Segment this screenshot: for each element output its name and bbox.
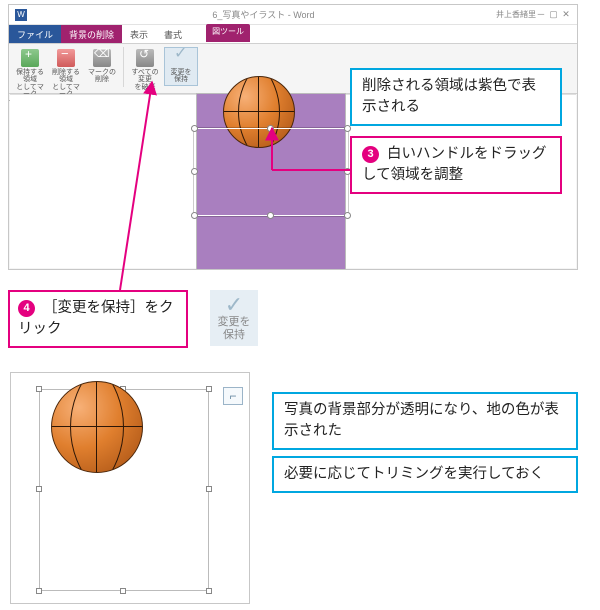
handle-top-center[interactable] [267, 125, 274, 132]
keep-changes-button[interactable]: 変更を 保持 [164, 47, 198, 86]
adjustment-rectangle[interactable] [194, 128, 348, 216]
tab-file[interactable]: ファイル [9, 25, 61, 43]
word-icon: W [15, 9, 27, 21]
handle-bottom-center[interactable] [267, 212, 274, 219]
check-icon: ✓ [225, 294, 243, 316]
tool-tab-picture[interactable]: 図ツール [206, 24, 250, 42]
discard-changes-button[interactable]: すべての変更 を破棄 [128, 47, 162, 91]
window-buttons[interactable]: ─ ▢ ✕ [536, 9, 571, 20]
image-with-removal-preview[interactable] [196, 93, 346, 270]
delete-mark-label: マークの 削除 [88, 69, 116, 84]
callout-trimming: 必要に応じてトリミングを実行しておく [272, 456, 578, 493]
callout-drag-handles-text: 白いハンドルをドラッグして領域を調整 [362, 146, 547, 183]
handle-bottom-center[interactable] [120, 588, 126, 594]
callout-step-4: 4 ［変更を保持］をクリック [8, 290, 188, 348]
step-3-badge: 3 [362, 146, 379, 163]
ribbon-tabs: ファイル 背景の削除 表示 書式 図ツール [9, 25, 577, 44]
handle-left-center[interactable] [36, 486, 42, 492]
keep-label-line2: 保持 [223, 329, 245, 342]
minus-icon [57, 49, 75, 67]
discard-label: すべての変更 を破棄 [128, 69, 162, 91]
handle-bottom-right[interactable] [344, 212, 351, 219]
handle-top-right[interactable] [344, 125, 351, 132]
keep-label: 変更を 保持 [171, 69, 192, 84]
handle-bottom-left[interactable] [191, 212, 198, 219]
handle-top-right[interactable] [206, 386, 212, 392]
document-title: 6_写真やイラスト - Word [31, 8, 496, 21]
handle-top-left[interactable] [36, 386, 42, 392]
maximize-icon[interactable]: ▢ [548, 9, 558, 20]
check-icon [172, 49, 190, 67]
handle-right-center[interactable] [206, 486, 212, 492]
step-4-badge: 4 [18, 300, 35, 317]
mark-keep-button[interactable]: 保持する領域 としてマーク [13, 47, 47, 98]
delete-mark-button[interactable]: マークの 削除 [85, 47, 119, 84]
tab-view[interactable]: 表示 [122, 25, 156, 43]
result-preview: ⌐ [10, 372, 250, 604]
close-icon[interactable]: ✕ [561, 9, 571, 20]
handle-bottom-left[interactable] [36, 588, 42, 594]
callout-transparent-result-text: 写真の背景部分が透明になり、地の色が表示された [284, 402, 559, 439]
layout-options-icon[interactable]: ⌐ [223, 387, 243, 405]
plus-icon [21, 49, 39, 67]
handle-top-left[interactable] [191, 125, 198, 132]
tab-format[interactable]: 書式 [156, 25, 190, 43]
mark-remove-button[interactable]: 削除する領域 としてマーク [49, 47, 83, 98]
handle-left-center[interactable] [191, 168, 198, 175]
basketball-image-result [51, 381, 143, 473]
keep-changes-button-large[interactable]: ✓ 変更を 保持 [210, 290, 258, 346]
handle-bottom-right[interactable] [206, 588, 212, 594]
tab-background-remove[interactable]: 背景の削除 [61, 25, 122, 43]
user-name: 井上香緒里 [496, 9, 536, 20]
discard-icon [136, 49, 154, 67]
titlebar: W 6_写真やイラスト - Word 井上香緒里 ─ ▢ ✕ [9, 5, 577, 25]
keep-label-line1: 変更を [218, 316, 251, 329]
callout-drag-handles: 3 白いハンドルをドラッグして領域を調整 [350, 136, 562, 194]
callout-transparent-result: 写真の背景部分が透明になり、地の色が表示された [272, 392, 578, 450]
minimize-icon[interactable]: ─ [536, 9, 546, 19]
callout-purple-area-text: 削除される領域は紫色で表示される [362, 78, 536, 115]
callout-trimming-text: 必要に応じてトリミングを実行しておく [284, 466, 544, 482]
callout-step-4-text: ［変更を保持］をクリック [18, 300, 174, 337]
delete-icon [93, 49, 111, 67]
callout-purple-area: 削除される領域は紫色で表示される [350, 68, 562, 126]
